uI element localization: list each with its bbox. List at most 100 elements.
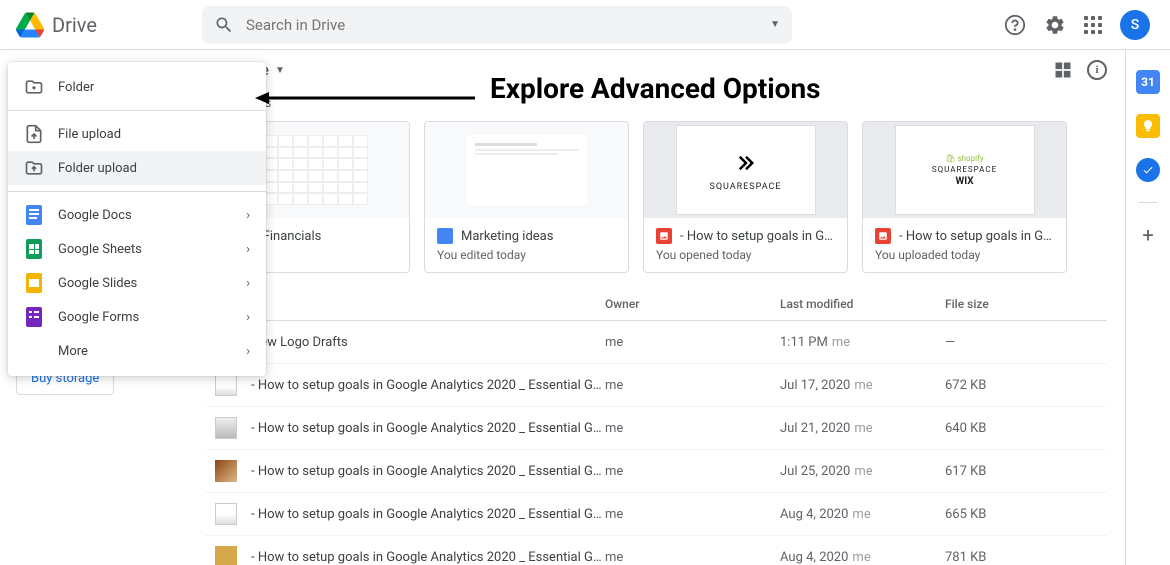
menu-item-google-forms[interactable]: Google Forms › [8, 300, 266, 334]
file-modified: Jul 25, 2020me [780, 464, 945, 479]
header-modified[interactable]: Last modified [780, 297, 945, 314]
file-size: 617 KB [945, 464, 1055, 479]
settings-icon[interactable] [1044, 14, 1066, 36]
quick-access-card[interactable]: Marketing ideasYou edited today [424, 121, 629, 273]
chevron-right-icon: › [246, 276, 250, 291]
menu-item-label: Google Forms [58, 310, 139, 325]
file-size: 665 KB [945, 507, 1055, 522]
folder-upload-icon [24, 158, 44, 178]
header-owner[interactable]: Owner [605, 297, 780, 314]
chevron-down-icon: ▼ [275, 65, 285, 76]
docs-icon [24, 205, 44, 225]
menu-item-more[interactable]: More› [8, 334, 266, 368]
menu-item-label: Folder upload [58, 161, 137, 176]
forms-icon [24, 307, 44, 327]
file-owner: me [605, 507, 780, 522]
new-context-menu: Folder File upload Folder upload Google Doc… [8, 62, 266, 376]
view-actions: i [1053, 60, 1107, 80]
menu-item-google-sheets[interactable]: Google Sheets › [8, 232, 266, 266]
folder-new-icon [24, 77, 44, 97]
quick-access-card[interactable]: 🛍 shopifySQUARESPACEWIX - How to setup go… [862, 121, 1067, 273]
table-body: New Logo Draftsme1:11 PMme—- How to setu… [205, 321, 1107, 565]
tasks-icon[interactable] [1136, 158, 1160, 182]
chevron-right-icon: › [246, 242, 250, 257]
file-owner: me [605, 335, 780, 350]
info-icon[interactable]: i [1087, 60, 1107, 80]
menu-item-google-slides[interactable]: Google Slides › [8, 266, 266, 300]
header-actions: S [1004, 10, 1158, 40]
logo-area[interactable]: Drive [12, 11, 202, 39]
quick-access-card[interactable]: SQUARESPACE- How to setup goals in Googl… [643, 121, 848, 273]
table-header: Name ↑ Owner Last modified File size [205, 291, 1107, 321]
file-modified: 1:11 PMme [780, 335, 945, 350]
sheets-icon [24, 239, 44, 259]
file-modified: Aug 4, 2020me [780, 550, 945, 565]
card-thumbnail: 🛍 shopifySQUARESPACEWIX [863, 122, 1066, 218]
image-icon [656, 228, 672, 244]
menu-item-label: Google Docs [58, 208, 132, 223]
keep-icon[interactable] [1136, 114, 1160, 138]
annotation-text: Explore Advanced Options [490, 72, 821, 105]
file-upload-icon [24, 124, 44, 144]
app-header: Drive ▼ S [0, 0, 1170, 50]
file-type-icon [215, 546, 237, 565]
card-subtitle: You uploaded today [875, 248, 1054, 262]
file-row[interactable]: - How to setup goals in Google Analytics… [205, 536, 1107, 565]
search-input[interactable] [246, 16, 758, 34]
card-thumbnail [425, 122, 628, 218]
file-name: New Logo Drafts [251, 335, 605, 350]
menu-item-file-upload[interactable]: File upload [8, 117, 266, 151]
side-panel: 31 + [1126, 50, 1170, 565]
file-row[interactable]: New Logo Draftsme1:11 PMme— [205, 321, 1107, 364]
file-name: - How to setup goals in Google Analytics… [251, 421, 605, 436]
card-title: - How to setup goals in Google... [899, 229, 1054, 244]
file-size: — [945, 335, 1055, 350]
help-icon[interactable] [1004, 14, 1026, 36]
none-icon [24, 341, 44, 361]
menu-item-label: Folder [58, 80, 94, 95]
file-table: Name ↑ Owner Last modified File size New… [205, 291, 1107, 565]
file-owner: me [605, 464, 780, 479]
file-type-icon [215, 374, 237, 396]
menu-item-label: Google Sheets [58, 242, 142, 257]
card-thumbnail: SQUARESPACE [644, 122, 847, 218]
menu-item-label: Google Slides [58, 276, 137, 291]
search-options-icon[interactable]: ▼ [770, 19, 780, 30]
menu-item-google-docs[interactable]: Google Docs › [8, 198, 266, 232]
file-type-icon [215, 460, 237, 482]
grid-view-icon[interactable] [1053, 60, 1073, 80]
card-subtitle: You edited today [437, 248, 616, 262]
file-size: 781 KB [945, 550, 1055, 565]
file-row[interactable]: - How to setup goals in Google Analytics… [205, 450, 1107, 493]
file-name: - How to setup goals in Google Analytics… [251, 378, 605, 393]
menu-item-folder-upload[interactable]: Folder upload [8, 151, 266, 185]
calendar-icon[interactable]: 31 [1136, 70, 1160, 94]
file-owner: me [605, 550, 780, 565]
chevron-right-icon: › [246, 208, 250, 223]
file-name: - How to setup goals in Google Analytics… [251, 507, 605, 522]
file-row[interactable]: - How to setup goals in Google Analytics… [205, 407, 1107, 450]
apps-grid-icon[interactable] [1084, 16, 1102, 34]
file-row[interactable]: - How to setup goals in Google Analytics… [205, 493, 1107, 536]
file-modified: Aug 4, 2020me [780, 507, 945, 522]
drive-logo-icon [16, 11, 44, 39]
file-row[interactable]: - How to setup goals in Google Analytics… [205, 364, 1107, 407]
file-type-icon [215, 417, 237, 439]
header-size[interactable]: File size [945, 297, 1055, 314]
add-panel-icon[interactable]: + [1142, 223, 1153, 247]
image-icon [875, 228, 891, 244]
menu-item-folder[interactable]: Folder [8, 70, 266, 104]
file-owner: me [605, 378, 780, 393]
docs-icon [437, 228, 453, 244]
file-name: - How to setup goals in Google Analytics… [251, 550, 605, 565]
search-icon [214, 15, 234, 35]
search-bar[interactable]: ▼ [202, 6, 792, 44]
app-name: Drive [52, 13, 97, 37]
file-size: 672 KB [945, 378, 1055, 393]
file-type-icon [215, 503, 237, 525]
user-avatar[interactable]: S [1120, 10, 1150, 40]
quick-access-row: leo Financialsl todayMarketing ideasYou … [205, 121, 1107, 273]
chevron-right-icon: › [246, 344, 250, 359]
annotation-arrow-icon [255, 88, 475, 108]
chevron-right-icon: › [246, 310, 250, 325]
